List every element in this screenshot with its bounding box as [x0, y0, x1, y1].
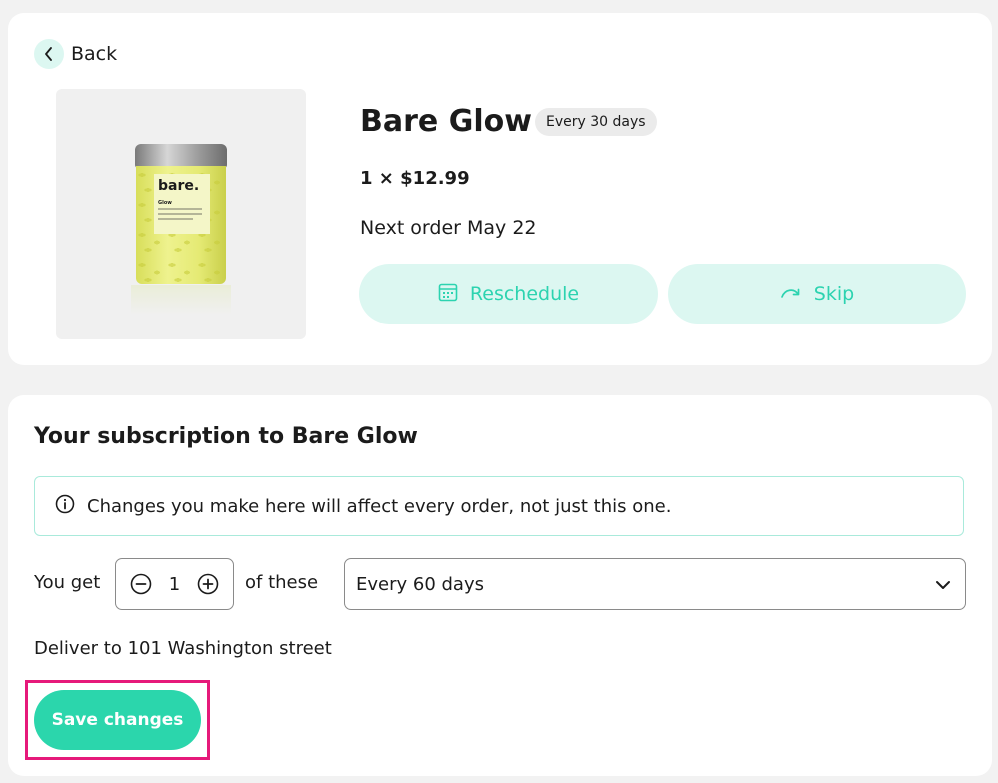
redo-arrow-icon: [780, 283, 814, 305]
skip-label: Skip: [813, 283, 855, 305]
reschedule-label: Reschedule: [469, 283, 580, 305]
back-link[interactable]: Back: [34, 39, 117, 69]
quantity-stepper: 1: [115, 558, 234, 610]
frequency-badge: Every 30 days: [535, 108, 657, 136]
subscription-title: Your subscription to Bare Glow: [34, 424, 418, 449]
chevron-down-icon: [935, 575, 951, 594]
product-card: Back bare. Glow Bare Glow Every 30 days …: [8, 13, 992, 365]
product-title: Bare Glow: [360, 104, 532, 139]
delivery-address: Deliver to 101 Washington street: [34, 638, 332, 659]
chevron-left-icon: [34, 39, 64, 69]
calendar-icon: [438, 282, 470, 307]
skip-button[interactable]: Skip: [668, 264, 966, 324]
price-line: 1 × $12.99: [360, 168, 470, 189]
back-label: Back: [71, 43, 118, 65]
next-order-date: Next order May 22: [360, 217, 537, 239]
product-can: bare. Glow: [135, 144, 227, 284]
frequency-select-value: Every 60 days: [356, 573, 484, 595]
can-brand-text: bare.: [158, 178, 200, 194]
info-banner: Changes you make here will affect every …: [34, 476, 964, 536]
can-product-name: Glow: [158, 200, 172, 206]
info-text: Changes you make here will affect every …: [87, 495, 672, 517]
subscription-card: Your subscription to Bare Glow Changes y…: [8, 395, 992, 776]
save-changes-button[interactable]: Save changes: [34, 690, 201, 750]
quantity-value[interactable]: 1: [169, 574, 180, 595]
reschedule-button[interactable]: Reschedule: [359, 264, 658, 324]
you-get-label: You get: [34, 572, 101, 593]
info-icon: [55, 494, 75, 518]
product-image: bare. Glow: [56, 89, 306, 339]
plus-circle-icon[interactable]: [197, 573, 219, 595]
minus-circle-icon[interactable]: [130, 573, 152, 595]
of-these-label: of these: [245, 572, 319, 593]
frequency-select[interactable]: Every 60 days: [344, 558, 966, 610]
